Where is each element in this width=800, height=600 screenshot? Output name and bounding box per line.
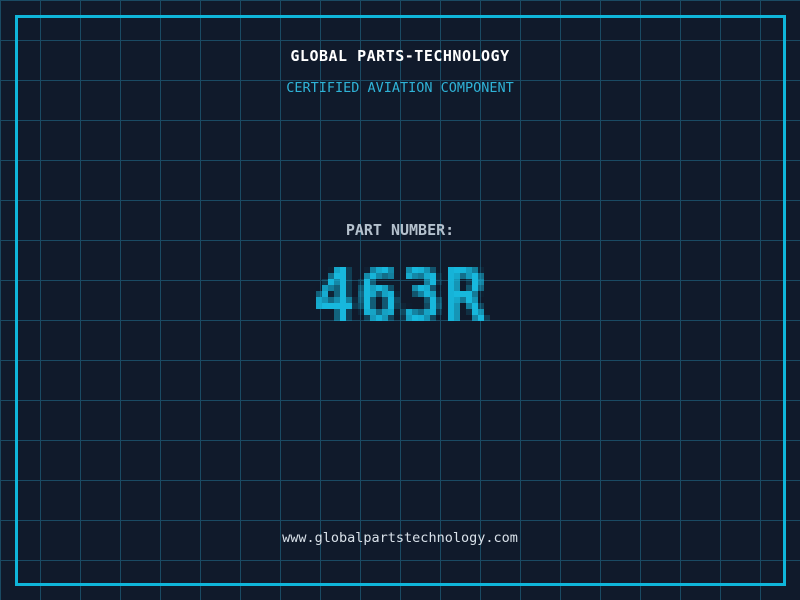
blueprint-label-screen: GLOBAL PARTS-TECHNOLOGY CERTIFIED AVIATI…: [0, 0, 800, 600]
website-url: www.globalpartstechnology.com: [282, 530, 518, 546]
part-number-label: PART NUMBER:: [345, 221, 455, 239]
brand-title: GLOBAL PARTS-TECHNOLOGY: [290, 47, 510, 65]
brand-subtitle: CERTIFIED AVIATION COMPONENT: [286, 80, 514, 96]
part-number-value: [298, 255, 502, 339]
